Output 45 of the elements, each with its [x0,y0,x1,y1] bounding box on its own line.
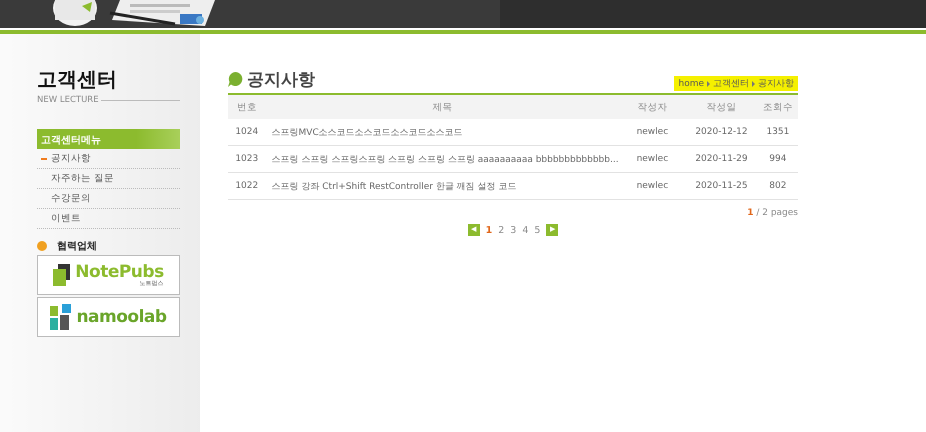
leaf-icon [50,304,72,330]
title-link[interactable]: 스프링MVC소스코드소스코드소스코드소스코드 [266,119,620,146]
table-cell: 1023 [228,146,266,172]
table-cell: 1022 [228,172,266,200]
speech-bubble-icon [228,72,243,87]
column-header: 번호 [228,95,266,119]
sidebar-subtitle: NEW LECTURE [37,95,99,105]
menu-header: 고객센터메뉴 [37,129,180,149]
page-count: 1 / 2 pages [747,208,798,218]
column-header: 제목 [266,95,620,119]
column-header: 조회수 [758,95,798,119]
table-cell: 2020-12-12 [685,119,758,146]
sidebar-item[interactable]: 공지사항 [51,152,91,165]
title-link[interactable]: 스프링 강좌 Ctrl+Shift RestController 한글 깨짐 설정 코드 [266,172,620,200]
sidebar-title: 고객센터 [37,66,118,93]
sidebar-item[interactable]: 이벤트 [51,212,81,225]
arrow-icon [707,80,710,86]
breadcrumb-item[interactable]: 고객센터 [713,77,749,90]
column-header: 작성일 [685,95,758,119]
table-cell: 1351 [758,119,798,146]
breadcrumb-item[interactable]: home [678,78,704,88]
book-icon [53,264,72,286]
page-link[interactable]: 2 [498,224,504,236]
table-cell: newlec [620,172,686,200]
sidebar-item[interactable]: 수강문의 [51,192,91,205]
table-cell: 2020-11-29 [685,146,758,172]
table-cell: 2020-11-25 [685,172,758,200]
page-link[interactable]: 3 [510,224,516,236]
arrow-icon [752,80,755,86]
title-link[interactable]: 스프링 스프링 스프링스프링 스프링 스프링 스프링 aaaaaaaaaa bbbbbbbbbbbbb... [266,146,620,172]
table-cell: 994 [758,146,798,172]
page-title: 공지사항 [247,69,315,91]
table-cell: 802 [758,172,798,200]
partners-heading: 협력업체 [57,240,97,253]
sidebar-item[interactable]: 자주하는 질문 [51,172,114,185]
page-link[interactable]: 5 [534,224,540,236]
table-cell: newlec [620,119,686,146]
column-header: 작성자 [620,95,686,119]
page-link[interactable]: 1 [486,224,492,236]
bullet-icon [37,241,47,251]
table-cell: newlec [620,146,686,172]
partner-logo[interactable]: namoolab [37,297,180,337]
page-link[interactable]: 4 [522,224,528,236]
breadcrumb-item[interactable]: 공지사항 [758,77,794,90]
table-cell: 1024 [228,119,266,146]
